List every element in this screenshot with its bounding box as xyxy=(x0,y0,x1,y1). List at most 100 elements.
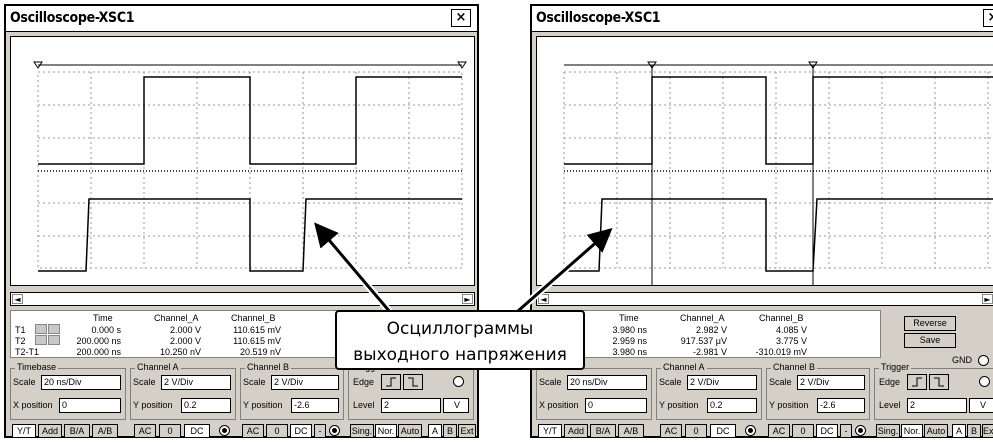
title-bar[interactable]: Oscilloscope-XSC1 × xyxy=(532,6,993,32)
scale-label: Scale xyxy=(539,377,562,387)
t2t1-time: 3.980 ns xyxy=(612,347,647,357)
time-header: Time xyxy=(93,313,113,323)
t1-arrows-icon[interactable] xyxy=(35,324,47,334)
save-button[interactable]: Save xyxy=(904,333,956,348)
horizontal-scrollbar[interactable]: ◄ ► xyxy=(536,292,993,306)
add-button[interactable]: Add xyxy=(38,424,62,438)
channel-b-title: Channel B xyxy=(771,362,818,372)
trigger-level-input[interactable]: 2 xyxy=(381,398,441,413)
reverse-button[interactable]: Reverse xyxy=(904,316,956,331)
chb-dc-button[interactable]: DC xyxy=(290,424,312,438)
chb-radio[interactable] xyxy=(329,425,340,436)
t1-cha: 2.000 V xyxy=(169,325,201,335)
close-icon[interactable]: × xyxy=(983,9,993,27)
chb-zero-button[interactable]: 0 xyxy=(792,424,814,438)
x-position-input[interactable]: 0 xyxy=(585,398,647,413)
channel-b-ypos-input[interactable]: -2.6 xyxy=(291,398,339,413)
trigger-level-input[interactable]: 2 xyxy=(907,398,967,413)
cha-ac-button[interactable]: AC xyxy=(134,424,156,438)
title-bar[interactable]: Oscilloscope-XSC1 × xyxy=(6,6,477,32)
ypos-label: Y position xyxy=(659,400,699,410)
channel-a-ypos-input[interactable]: 0.2 xyxy=(181,398,231,413)
rising-edge-icon[interactable] xyxy=(381,374,401,390)
cha-ac-button[interactable]: AC xyxy=(660,424,682,438)
cha-zero-button[interactable]: 0 xyxy=(685,424,707,438)
yt-button[interactable]: Y/T xyxy=(12,424,36,438)
t2-arrows-icon[interactable] xyxy=(48,335,60,345)
close-icon[interactable]: × xyxy=(451,9,471,27)
t1-arrows-icon[interactable] xyxy=(48,324,60,334)
level-label: Level xyxy=(879,400,901,410)
channel-a-header: Channel_A xyxy=(680,313,725,323)
chb-minus-button[interactable]: - xyxy=(840,424,852,438)
channel-b-scale-input[interactable]: 2 V/Div xyxy=(271,375,339,390)
scroll-left-icon[interactable]: ◄ xyxy=(12,294,23,304)
channel-b-scale-input[interactable]: 2 V/Div xyxy=(797,375,865,390)
gnd-radio[interactable] xyxy=(978,355,989,366)
rising-edge-icon[interactable] xyxy=(907,374,927,390)
t2-time: 2.959 ns xyxy=(612,336,647,346)
t1-chb: 110.615 mV xyxy=(233,325,281,335)
edge-radio[interactable] xyxy=(979,376,990,387)
ext-button[interactable]: Ext xyxy=(458,424,476,438)
cha-radio[interactable] xyxy=(219,425,230,436)
horizontal-scrollbar[interactable]: ◄ ► xyxy=(10,292,475,306)
timebase-scale-input[interactable]: 20 ns/Div xyxy=(567,375,647,390)
t2t1-cha: -2.981 V xyxy=(692,347,727,357)
b-button[interactable]: B xyxy=(967,424,981,438)
chb-ac-button[interactable]: AC xyxy=(242,424,264,438)
channel-a-ypos-input[interactable]: 0.2 xyxy=(707,398,757,413)
ba-button[interactable]: B/A xyxy=(590,424,616,438)
nor-button[interactable]: Nor. xyxy=(375,424,397,438)
window-title: Oscilloscope-XSC1 xyxy=(536,10,661,26)
auto-button[interactable]: Auto xyxy=(924,424,948,438)
edge-radio[interactable] xyxy=(453,376,464,387)
falling-edge-icon[interactable] xyxy=(403,374,423,390)
trace-channel-a xyxy=(564,76,993,165)
scroll-right-icon[interactable]: ► xyxy=(982,294,993,304)
sing-button[interactable]: Sing. xyxy=(350,424,374,438)
timebase-group: Timebase Scale 20 ns/Div X position 0 xyxy=(536,362,652,420)
chb-dc-button[interactable]: DC xyxy=(816,424,838,438)
timebase-scale-input[interactable]: 20 ns/Div xyxy=(41,375,121,390)
ypos-label: Y position xyxy=(133,400,173,410)
chb-minus-button[interactable]: - xyxy=(314,424,326,438)
channel-b-header: Channel_B xyxy=(759,313,804,323)
ab-button[interactable]: A/B xyxy=(92,424,118,438)
auto-button[interactable]: Auto xyxy=(398,424,422,438)
channel-b-group: Channel B Scale 2 V/Div Y position -2.6 xyxy=(240,362,344,420)
cha-zero-button[interactable]: 0 xyxy=(159,424,181,438)
add-button[interactable]: Add xyxy=(564,424,588,438)
t2-time: 200.000 ns xyxy=(76,336,121,346)
t2-arrows-icon[interactable] xyxy=(35,335,47,345)
trigger-group: Trigger Edge Level 2 V xyxy=(348,362,474,420)
sing-button[interactable]: Sing. xyxy=(876,424,900,438)
a-button[interactable]: A xyxy=(952,424,966,438)
scroll-right-icon[interactable]: ► xyxy=(462,294,473,304)
cha-dc-button[interactable]: DC xyxy=(184,424,210,438)
ba-button[interactable]: B/A xyxy=(64,424,90,438)
channel-a-scale-input[interactable]: 2 V/Div xyxy=(687,375,757,390)
cha-radio[interactable] xyxy=(745,425,756,436)
channel-a-scale-input[interactable]: 2 V/Div xyxy=(161,375,231,390)
nor-button[interactable]: Nor. xyxy=(901,424,923,438)
cha-dc-button[interactable]: DC xyxy=(710,424,736,438)
ext-button[interactable]: Ext xyxy=(982,424,993,438)
b-button[interactable]: B xyxy=(443,424,457,438)
scroll-left-icon[interactable]: ◄ xyxy=(538,294,549,304)
chb-zero-button[interactable]: 0 xyxy=(266,424,288,438)
ab-button[interactable]: A/B xyxy=(618,424,644,438)
level-unit-select[interactable]: V xyxy=(443,398,469,413)
oscilloscope-screen[interactable] xyxy=(10,36,475,286)
channel-b-ypos-input[interactable]: -2.6 xyxy=(817,398,865,413)
t2-chb: 110.615 mV xyxy=(233,336,281,346)
yt-button[interactable]: Y/T xyxy=(538,424,562,438)
falling-edge-icon[interactable] xyxy=(929,374,949,390)
oscilloscope-screen[interactable] xyxy=(536,36,993,286)
chb-ac-button[interactable]: AC xyxy=(768,424,790,438)
x-position-input[interactable]: 0 xyxy=(59,398,121,413)
level-unit-select[interactable]: V xyxy=(969,398,993,413)
chb-radio[interactable] xyxy=(855,425,866,436)
edge-label: Edge xyxy=(353,377,375,387)
a-button[interactable]: A xyxy=(428,424,442,438)
